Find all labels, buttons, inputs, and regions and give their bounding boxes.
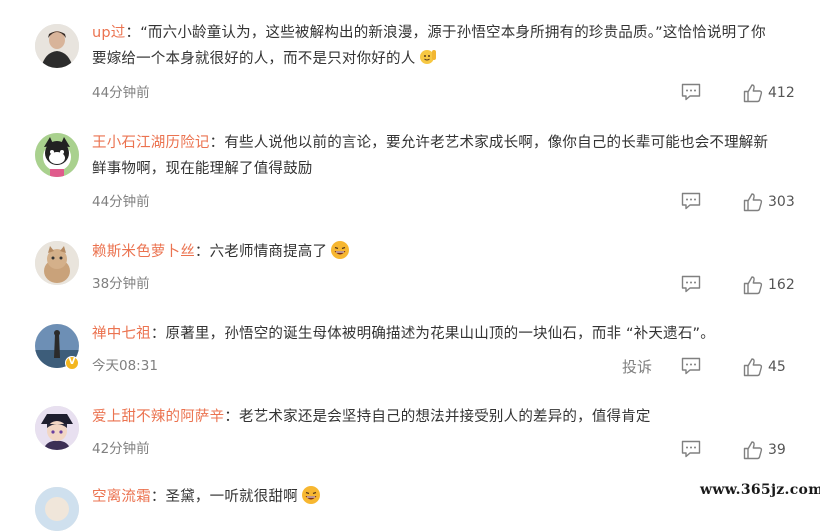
reply-icon[interactable] — [681, 440, 701, 458]
laughing-emoji — [331, 241, 350, 259]
like-count: 45 — [768, 359, 786, 375]
like-icon[interactable] — [743, 83, 763, 103]
reply-icon[interactable] — [681, 357, 701, 375]
like-count: 39 — [768, 442, 786, 458]
comment-username[interactable]: 爱上甜不辣的阿萨辛 — [92, 409, 224, 425]
like-count: 412 — [768, 85, 795, 101]
comment-content: “而六小龄童认为，这些被解构出的新浪漫，源于孙悟空本身所拥有的珍贵品质。”这恰恰… — [140, 25, 766, 41]
comment-content: 六老师情商提高了 — [209, 244, 328, 260]
raise-hand-emoji — [420, 50, 437, 64]
like-count: 162 — [768, 277, 795, 293]
comment-username[interactable]: 赖斯米色萝卜丝 — [92, 244, 195, 260]
comment-content: 原著里，孙悟空的诞生母体被明确描述为花果山山顶的一块仙石，而非 “补天遗石”。 — [165, 326, 715, 342]
avatar[interactable] — [35, 487, 79, 531]
comment-username[interactable]: 禅中七祖 — [92, 326, 151, 342]
comment-text: 爱上甜不辣的阿萨辛：老艺术家还是会坚持自己的想法并接受别人的差异的，值得肯定 — [92, 404, 808, 430]
comment-text: 禅中七祖：原著里，孙悟空的诞生母体被明确描述为花果山山顶的一块仙石，而非 “补天… — [92, 321, 808, 347]
avatar[interactable] — [35, 24, 79, 68]
laughing-emoji — [301, 486, 320, 504]
colon: ： — [209, 135, 225, 151]
colon: ： — [150, 489, 166, 505]
comment-time: 38分钟前 — [92, 276, 150, 292]
comment-time: 44分钟前 — [92, 194, 150, 210]
comment-text: 赖斯米色萝卜丝：六老师情商提高了 — [92, 239, 808, 265]
avatar[interactable] — [35, 406, 79, 450]
comment-text: 王小石江湖历险记：有些人说他以前的言论，要允许老艺术家成长啊，像你自己的长辈可能… — [92, 130, 808, 182]
report-button[interactable]: 投诉 — [622, 356, 652, 377]
comment-username[interactable]: 王小石江湖历险记 — [92, 135, 210, 151]
comment-content: 要嫁给一个本身就很好的人，而不是只对你好的人 — [92, 51, 416, 67]
like-count: 303 — [768, 194, 795, 210]
watermark: www.365jz.com — [696, 480, 820, 500]
verified-badge: V — [65, 356, 79, 370]
comment-text: up过：“而六小龄童认为，这些被解构出的新浪漫，源于孙悟空本身所拥有的珍贵品质。… — [92, 20, 808, 72]
like-icon[interactable] — [743, 192, 763, 212]
comment-time: 今天08:31 — [92, 358, 158, 374]
comment-time: 42分钟前 — [92, 441, 150, 457]
comment-content: 圣黛，一听就很甜啊 — [165, 489, 298, 505]
like-icon[interactable] — [743, 357, 763, 377]
avatar[interactable] — [35, 241, 79, 285]
comment-username[interactable]: up过 — [92, 25, 126, 41]
like-icon[interactable] — [743, 275, 763, 295]
comment-content: 鲜事物啊，现在能理解了值得鼓励 — [92, 161, 313, 177]
colon: ： — [125, 25, 141, 41]
comment-content: 老艺术家还是会坚持自己的想法并接受别人的差异的，值得肯定 — [239, 409, 651, 425]
comment-time: 44分钟前 — [92, 85, 150, 101]
reply-icon[interactable] — [681, 83, 701, 101]
avatar[interactable] — [35, 133, 79, 177]
colon: ： — [194, 244, 210, 260]
reply-icon[interactable] — [681, 275, 701, 293]
reply-icon[interactable] — [681, 192, 701, 210]
comment-content: 有些人说他以前的言论，要允许老艺术家成长啊，像你自己的长辈可能也会不理解新 — [224, 135, 769, 151]
comment-username[interactable]: 空离流霜 — [92, 489, 151, 505]
colon: ： — [150, 326, 166, 342]
colon: ： — [224, 409, 240, 425]
like-icon[interactable] — [743, 440, 763, 460]
